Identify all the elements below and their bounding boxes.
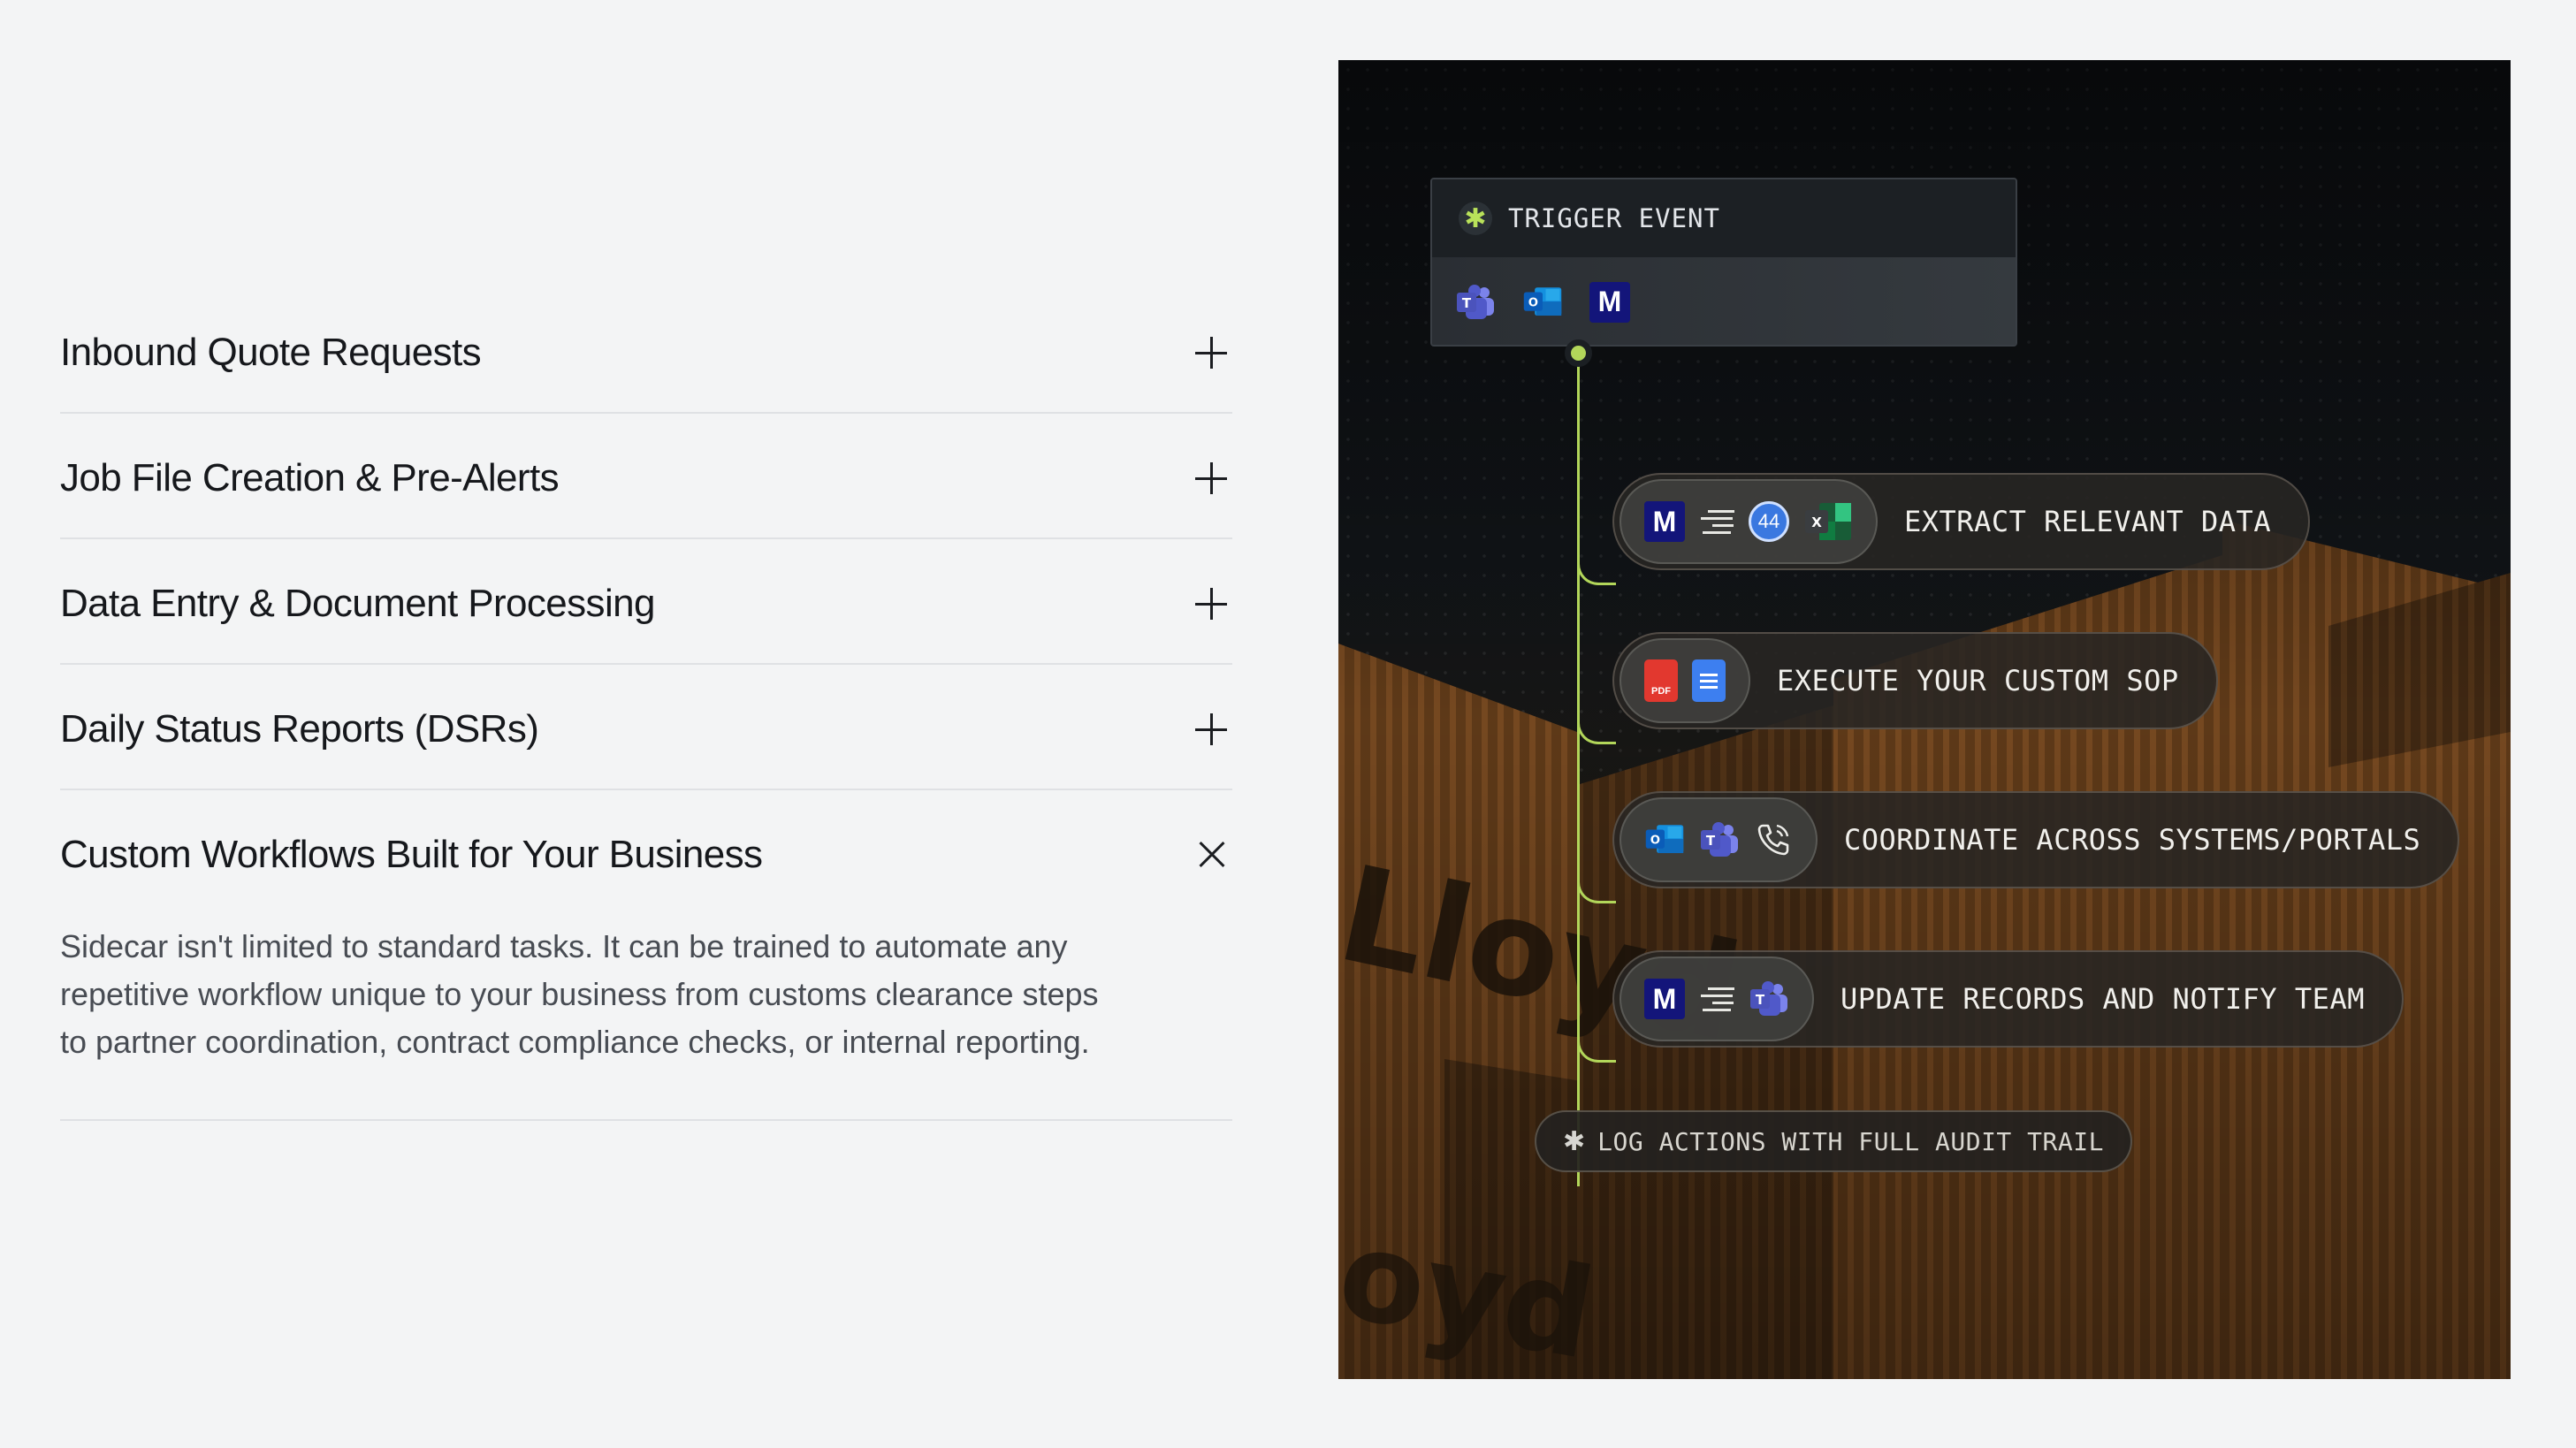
step-execute-custom-sop: PDF EXECUTE YOUR CUSTOM SOP bbox=[1612, 632, 2218, 729]
trigger-label: TRIGGER EVENT bbox=[1508, 203, 1720, 233]
plus-icon[interactable] bbox=[1193, 335, 1229, 370]
teams-icon: T bbox=[1699, 819, 1740, 860]
m-logo-icon: M bbox=[1644, 501, 1685, 542]
trigger-header: ✱ TRIGGER EVENT bbox=[1432, 179, 2016, 257]
trigger-app-icons: T O M bbox=[1432, 257, 2016, 345]
step-label: UPDATE RECORDS AND NOTIFY TEAM bbox=[1841, 982, 2365, 1016]
svg-text:T: T bbox=[1462, 295, 1472, 311]
log-label: LOG ACTIONS WITH FULL AUDIT TRAIL bbox=[1597, 1126, 2104, 1156]
step-coordinate-across-systems: O T COORDINATE ACROSS SYSTEMS/PORTALS bbox=[1612, 791, 2460, 888]
accordion-title: Job File Creation & Pre-Alerts bbox=[60, 456, 560, 499]
accordion-title: Data Entry & Document Processing bbox=[60, 582, 655, 625]
step-icons: M T bbox=[1620, 956, 1814, 1041]
close-icon[interactable] bbox=[1193, 837, 1229, 873]
accordion-body: Sidecar isn't limited to standard tasks.… bbox=[60, 928, 1099, 1060]
plus-icon[interactable] bbox=[1193, 712, 1229, 747]
pdf-icon: PDF bbox=[1644, 659, 1678, 702]
accordion-header-daily-status-reports[interactable]: Daily Status Reports (DSRs) bbox=[60, 665, 1232, 789]
faq-accordion: Inbound Quote Requests Job File Creation… bbox=[60, 288, 1232, 1121]
svg-text:T: T bbox=[1706, 833, 1716, 849]
connector-node bbox=[1565, 339, 1592, 367]
trigger-event-card: ✱ TRIGGER EVENT T O M bbox=[1430, 178, 2017, 347]
phone-icon bbox=[1754, 820, 1793, 859]
plus-icon[interactable] bbox=[1193, 461, 1229, 496]
excel-icon: X bbox=[1803, 501, 1853, 542]
outlook-icon: O bbox=[1644, 819, 1685, 860]
svg-text:O: O bbox=[1528, 296, 1538, 309]
accordion-item: Inbound Quote Requests bbox=[60, 288, 1232, 414]
accordion-title: Daily Status Reports (DSRs) bbox=[60, 707, 539, 751]
outlook-icon: O bbox=[1522, 282, 1563, 323]
list-icon bbox=[1699, 501, 1734, 542]
list-icon bbox=[1699, 979, 1734, 1019]
accordion-item: Data Entry & Document Processing bbox=[60, 539, 1232, 665]
workflow-connector-line bbox=[1577, 347, 1580, 1186]
svg-text:T: T bbox=[1756, 992, 1765, 1008]
step-label: COORDINATE ACROSS SYSTEMS/PORTALS bbox=[1844, 823, 2421, 857]
asterisk-icon: ✱ bbox=[1459, 202, 1492, 235]
teams-icon: T bbox=[1455, 282, 1496, 323]
step-extract-relevant-data: M 44 X EXTRACT RELEVANT DATA bbox=[1612, 473, 2311, 570]
accordion-header-inbound-quote-requests[interactable]: Inbound Quote Requests bbox=[60, 288, 1232, 412]
workflow-illustration: Lloyd oyd ✱ TRIGGER EVENT T O M M 44 X E… bbox=[1338, 60, 2511, 1379]
plus-icon[interactable] bbox=[1193, 586, 1229, 621]
log-audit-trail-pill: ✱ LOG ACTIONS WITH FULL AUDIT TRAIL bbox=[1535, 1110, 2132, 1172]
accordion-header-data-entry[interactable]: Data Entry & Document Processing bbox=[60, 539, 1232, 663]
asterisk-icon: ✱ bbox=[1563, 1126, 1586, 1156]
svg-text:O: O bbox=[1650, 834, 1660, 847]
excel-icon-letter: X bbox=[1811, 514, 1822, 530]
step-label: EXTRACT RELEVANT DATA bbox=[1904, 505, 2272, 538]
step-icons: O T bbox=[1620, 797, 1818, 882]
step-label: EXECUTE YOUR CUSTOM SOP bbox=[1777, 664, 2179, 697]
accordion-header-custom-workflows[interactable]: Custom Workflows Built for Your Business bbox=[60, 790, 1232, 914]
accordion-item: Daily Status Reports (DSRs) bbox=[60, 665, 1232, 790]
accordion-item-expanded: Custom Workflows Built for Your Business… bbox=[60, 790, 1232, 1121]
step-icons: M 44 X bbox=[1620, 479, 1878, 564]
accordion-title: Custom Workflows Built for Your Business bbox=[60, 833, 763, 876]
step-icons: PDF bbox=[1620, 638, 1750, 723]
accordion-title: Inbound Quote Requests bbox=[60, 331, 482, 374]
m-logo-icon: M bbox=[1644, 979, 1685, 1019]
circle-44-icon: 44 bbox=[1749, 501, 1789, 542]
teams-icon: T bbox=[1749, 979, 1789, 1019]
accordion-header-job-file-creation[interactable]: Job File Creation & Pre-Alerts bbox=[60, 414, 1232, 537]
doc-icon bbox=[1692, 659, 1726, 702]
m-logo-icon: M bbox=[1589, 281, 1630, 323]
accordion-item: Job File Creation & Pre-Alerts bbox=[60, 414, 1232, 539]
step-update-records-notify-team: M T UPDATE RECORDS AND NOTIFY TEAM bbox=[1612, 950, 2404, 1048]
